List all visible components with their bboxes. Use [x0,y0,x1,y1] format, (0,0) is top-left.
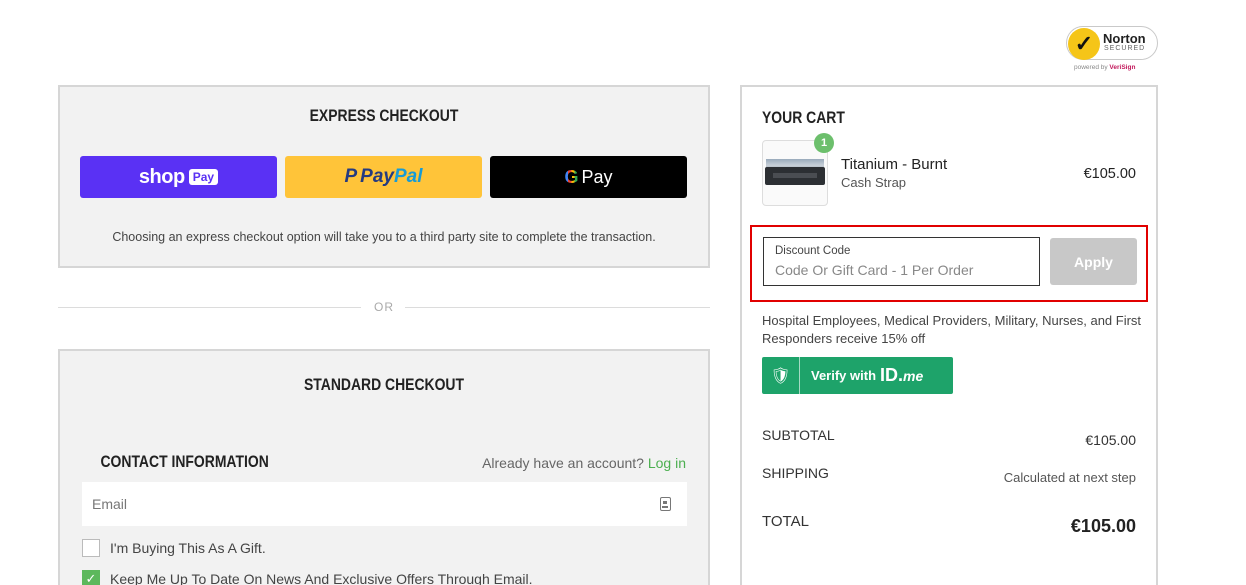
contact-card-icon [660,497,671,511]
norton-check-icon: ✓ [1068,28,1100,60]
discount-code-label: Discount Code [775,245,851,257]
norton-powered-by: powered by VeriSign [1074,64,1135,71]
google-g-icon: G [564,166,579,187]
shield-check-icon: 🛡 [762,357,800,394]
shop-pay-logo-pay: Pay [188,169,219,185]
paypal-icon: P [344,166,358,187]
responder-discount-text: Hospital Employees, Medical Providers, M… [762,313,1142,346]
your-cart-heading: YOUR CART [762,108,845,127]
newsletter-checkbox[interactable]: ✓ [82,570,100,585]
newsletter-checkbox-label: Keep Me Up To Date On News And Exclusive… [110,571,533,585]
total-label: TOTAL [762,513,809,530]
shop-pay-logo-shop: shop [138,165,185,188]
apply-discount-button[interactable]: Apply [1050,238,1137,285]
standard-checkout-panel: STANDARD CHECKOUT CONTACT INFORMATION Al… [58,349,710,585]
have-account-text: Already have an account? [482,455,644,471]
powered-prefix: powered by [1074,64,1110,71]
shop-pay-button[interactable]: shop Pay [80,156,277,198]
verify-with-idme-button[interactable]: 🛡 Verify with ID.me [762,357,953,394]
cart-summary-panel: YOUR CART 1 Titanium - Burnt Cash Strap … [740,85,1158,585]
total-value: €105.00 [1070,516,1136,536]
paypal-button[interactable]: P Pay Pal [285,156,482,198]
login-prompt: Already have an account? Log in [482,455,686,471]
newsletter-option[interactable]: ✓ Keep Me Up To Date On News And Exclusi… [82,570,533,585]
shipping-value: Calculated at next step [1003,470,1136,485]
standard-checkout-title: STANDARD CHECKOUT [303,375,465,394]
contact-information-heading: CONTACT INFORMATION [100,452,269,471]
gift-checkbox[interactable] [82,539,100,557]
product-name: Titanium - Burnt [841,156,948,173]
norton-secured-badge: ✓ Norton SECURED powered by VeriSign [1066,24,1160,76]
google-pay-button[interactable]: G Pay [490,156,687,198]
gift-checkbox-label: I'm Buying This As A Gift. [110,540,266,556]
divider-line-left [58,307,361,308]
product-price: €105.00 [1083,166,1136,182]
divider-line-right [405,307,710,308]
discount-code-field[interactable]: Discount Code [763,237,1040,286]
express-checkout-note: Choosing an express checkout option will… [112,230,656,244]
gift-option[interactable]: I'm Buying This As A Gift. [82,539,266,557]
verify-with-text: Verify with [811,368,877,383]
idme-logo-me: me [903,368,924,384]
product-variant: Cash Strap [841,175,907,190]
norton-secured-text: SECURED [1104,45,1146,52]
quantity-badge: 1 [814,133,834,153]
shipping-label: SHIPPING [762,465,829,481]
idme-logo: ID.me [880,365,923,386]
norton-brand: Norton [1103,31,1146,46]
idme-logo-id: ID. [880,365,904,385]
subtotal-label: SUBTOTAL [762,427,835,443]
paypal-logo-pay: Pay [360,166,394,187]
paypal-logo-pal: Pal [393,166,423,187]
product-wallet-image [765,167,825,185]
login-link[interactable]: Log in [648,455,686,471]
discount-code-input[interactable] [775,262,1025,278]
google-pay-text: Pay [581,166,613,187]
subtotal-value: €105.00 [1085,432,1136,448]
express-checkout-panel: EXPRESS CHECKOUT shop Pay P Pay Pal G Pa… [58,85,710,268]
discount-code-section: Discount Code Apply [750,225,1148,302]
verisign-brand: VeriSign [1109,64,1136,71]
email-field[interactable] [82,482,687,526]
express-checkout-title: EXPRESS CHECKOUT [309,106,459,125]
or-divider-text: OR [374,300,394,314]
